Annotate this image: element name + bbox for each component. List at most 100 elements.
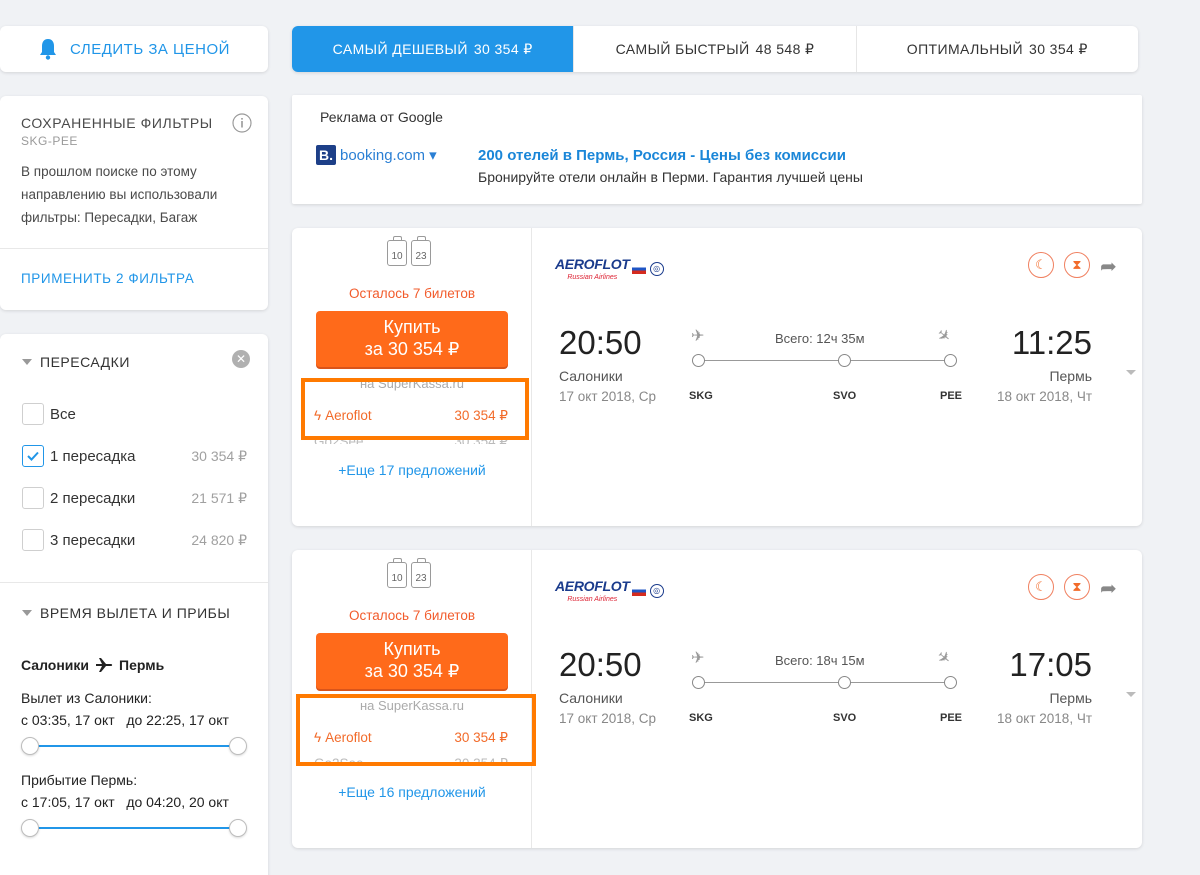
stops-option-3[interactable]: 3 пересадки 24 820 ₽: [22, 528, 247, 552]
slider-handle[interactable]: [21, 819, 39, 837]
total-duration: Всего: 18ч 15м: [775, 653, 865, 668]
stop-marker: [944, 354, 957, 367]
route-from: Салоники: [21, 657, 90, 673]
checkbox[interactable]: [22, 445, 44, 467]
stops-option-label: 3 пересадки: [50, 531, 136, 549]
share-icon[interactable]: ➦: [1100, 576, 1122, 600]
night-flight-icon[interactable]: ☾: [1028, 252, 1054, 278]
departure-label: Вылет из Салоники:: [21, 690, 152, 706]
caret-down-icon: [22, 610, 32, 616]
sort-tabs: САМЫЙ ДЕШЕВЫЙ 30 354 ₽ САМЫЙ БЫСТРЫЙ 48 …: [292, 26, 1138, 72]
long-layover-icon[interactable]: ⧗: [1064, 252, 1090, 278]
time-section-header[interactable]: ВРЕМЯ ВЫЛЕТА И ПРИБЫ: [22, 605, 230, 621]
tab-cheapest[interactable]: САМЫЙ ДЕШЕВЫЙ 30 354 ₽: [292, 26, 575, 72]
stops-option-2[interactable]: 2 пересадки 21 571 ₽: [22, 486, 247, 510]
more-offers-link[interactable]: +Еще 17 предложений: [292, 462, 532, 478]
stops-option-1[interactable]: 1 пересадка 30 354 ₽: [22, 444, 247, 468]
time-section-title: ВРЕМЯ ВЫЛЕТА И ПРИБЫ: [40, 605, 231, 621]
tab-label: САМЫЙ БЫСТРЫЙ: [615, 41, 750, 57]
saved-filters-panel: СОХРАНЕННЫЕ ФИЛЬТРЫ SKG-PEE В прошлом по…: [0, 96, 268, 310]
divider: [0, 248, 268, 249]
highlight-box: [301, 378, 529, 440]
share-icon[interactable]: ➦: [1100, 254, 1122, 278]
airport-code: PEE: [940, 712, 963, 724]
stops-option-all[interactable]: Все: [22, 402, 247, 426]
buy-button[interactable]: Купить за 30 354 ₽: [316, 633, 508, 689]
saved-filters-description: В прошлом поиске по этому направлению вы…: [21, 164, 218, 225]
flight-details[interactable]: AEROFLOT Russian Airlines ◎ ☾ ⧗ ➦ 20:50 …: [533, 550, 1142, 848]
buy-label: Купить: [383, 639, 441, 659]
flight-badges: ☾ ⧗ ➦: [1028, 252, 1122, 278]
apply-filters-link[interactable]: ПРИМЕНИТЬ 2 ФИЛЬТРА: [21, 271, 194, 286]
takeoff-icon: ✈: [691, 328, 705, 345]
stops-option-label: 1 пересадка: [50, 447, 136, 465]
ticket-card: 10 23 Осталось 7 билетов Купить за 30 35…: [292, 550, 1142, 848]
checkbox[interactable]: [22, 529, 44, 551]
tab-fastest[interactable]: САМЫЙ БЫСТРЫЙ 48 548 ₽: [574, 26, 857, 72]
plane-icon: [96, 658, 113, 672]
flag-icon: [631, 263, 646, 274]
airline-logo: AEROFLOT Russian Airlines ◎: [555, 578, 664, 603]
departure-slider[interactable]: [21, 737, 247, 755]
stop-marker: [944, 676, 957, 689]
arrival-slider[interactable]: [21, 819, 247, 837]
arrival-date: 18 окт 2018, Чт: [997, 711, 1092, 726]
tickets-left: Осталось 7 билетов: [348, 286, 476, 301]
buy-price: за 30 354 ₽: [364, 661, 460, 681]
stops-option-label: 2 пересадки: [50, 489, 136, 507]
slider-handle[interactable]: [229, 737, 247, 755]
landing-icon: ✈: [932, 325, 954, 348]
saved-filters-route: SKG-PEE: [21, 134, 78, 148]
tab-optimal[interactable]: ОПТИМАЛЬНЫЙ 30 354 ₽: [857, 26, 1138, 72]
buy-label: Купить: [383, 317, 441, 337]
watch-price-button[interactable]: СЛЕДИТЬ ЗА ЦЕНОЙ: [0, 26, 268, 72]
tab-label: САМЫЙ ДЕШЕВЫЙ: [332, 41, 468, 57]
departure-date: 17 окт 2018, Ср: [559, 389, 657, 404]
airport-code: SKG: [689, 712, 713, 724]
airport-code: PEE: [940, 390, 963, 402]
checkbox[interactable]: [22, 403, 44, 425]
arrival-label: Прибытие Пермь:: [21, 772, 138, 788]
buy-price: за 30 354 ₽: [364, 339, 460, 359]
more-offers-link[interactable]: +Еще 16 предложений: [292, 784, 532, 800]
buy-button[interactable]: Купить за 30 354 ₽: [316, 311, 508, 367]
arrival-city: Пермь: [1049, 368, 1092, 384]
tab-price: 30 354 ₽: [473, 40, 533, 57]
departure-date: 17 окт 2018, Ср: [559, 711, 657, 726]
hand-luggage-icon: 10: [387, 558, 407, 588]
clear-filter-icon[interactable]: ✕: [232, 350, 250, 368]
divider: [0, 582, 268, 583]
filters-panel: ПЕРЕСАДКИ ✕ Все 1 пересадка 30 354 ₽ 2 п…: [0, 334, 268, 875]
arrival-range: с 17:05, 17 окт до 04:20, 20 окт: [21, 794, 229, 810]
route-label: Салоники Пермь: [21, 657, 164, 673]
airport-code: SVO: [833, 390, 857, 402]
slider-handle[interactable]: [229, 819, 247, 837]
route-line: [692, 354, 957, 367]
airline-logo: AEROFLOT Russian Airlines ◎: [555, 256, 664, 281]
night-flight-icon[interactable]: ☾: [1028, 574, 1054, 600]
info-icon[interactable]: [232, 113, 252, 133]
highlight-box: [296, 694, 536, 766]
stop-marker: [692, 676, 705, 689]
flight-details[interactable]: AEROFLOT Russian Airlines ◎ ☾ ⧗ ➦ 20:50 …: [533, 228, 1142, 526]
stops-section-header[interactable]: ПЕРЕСАДКИ: [22, 354, 130, 370]
landing-icon: ✈: [932, 647, 954, 670]
slider-handle[interactable]: [21, 737, 39, 755]
stops-option-price: 30 354 ₽: [191, 447, 247, 464]
ad-subtext: Бронируйте отели онлайн в Перми. Гаранти…: [478, 169, 863, 185]
ad-brand[interactable]: B. booking.com ▾: [316, 145, 437, 165]
ad-headline[interactable]: 200 отелей в Пермь, Россия - Цены без ко…: [478, 147, 846, 164]
takeoff-icon: ✈: [691, 650, 705, 667]
arrival-time: 17:05: [1009, 646, 1092, 683]
long-layover-icon[interactable]: ⧗: [1064, 574, 1090, 600]
stops-option-label: Все: [50, 405, 76, 423]
expand-icon[interactable]: [1126, 370, 1136, 375]
route-to: Пермь: [119, 657, 165, 673]
stop-marker: [838, 676, 851, 689]
baggage-info: 10 23: [387, 558, 431, 588]
expand-icon[interactable]: [1126, 692, 1136, 697]
tab-price: 48 548 ₽: [755, 40, 815, 57]
airport-code: SVO: [833, 712, 857, 724]
checkbox[interactable]: [22, 487, 44, 509]
stops-option-price: 24 820 ₽: [191, 531, 247, 548]
